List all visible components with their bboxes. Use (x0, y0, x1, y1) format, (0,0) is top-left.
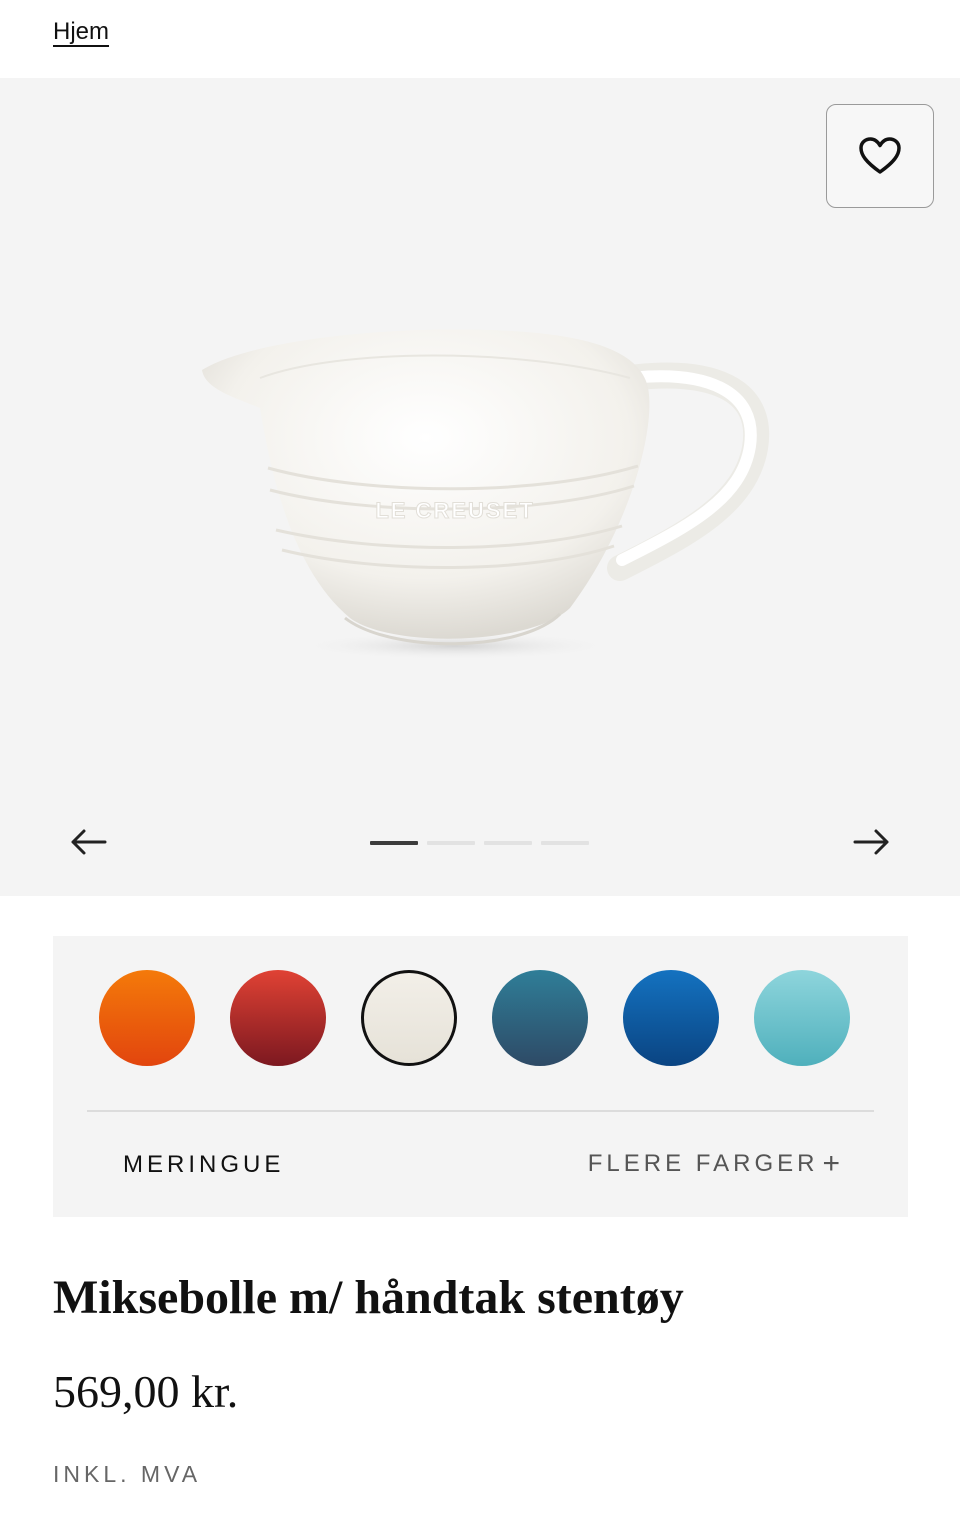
color-swatch[interactable] (230, 970, 326, 1066)
divider (87, 1110, 874, 1112)
plus-icon: + (822, 1147, 840, 1180)
color-selector: MERINGUE FLERE FARGER + (53, 936, 908, 1217)
color-swatch[interactable] (492, 970, 588, 1066)
color-swatch[interactable] (623, 970, 719, 1066)
selected-color-name: MERINGUE (123, 1151, 285, 1178)
next-image-button[interactable] (848, 818, 896, 866)
color-swatch[interactable] (361, 970, 457, 1066)
favorite-button[interactable] (826, 104, 934, 208)
product-image: LE CREUSET (202, 329, 770, 658)
product-gallery: LE CREUSET (0, 78, 960, 896)
color-swatch[interactable] (754, 970, 850, 1066)
pagination-dot[interactable] (484, 841, 532, 845)
more-colors-button[interactable]: FLERE FARGER + (588, 1149, 840, 1179)
arrow-left-icon (71, 829, 107, 855)
previous-image-button[interactable] (64, 818, 112, 866)
arrow-right-icon (853, 829, 889, 855)
product-price: 569,00 kr. (53, 1366, 239, 1417)
pagination-dot[interactable] (427, 841, 475, 845)
vat-note: INKL. MVA (53, 1461, 202, 1487)
color-swatch[interactable] (99, 970, 195, 1066)
swatch-row (99, 970, 850, 1066)
pagination-dot[interactable] (370, 841, 418, 845)
more-colors-label: FLERE FARGER (587, 1150, 819, 1177)
brand-logo-text: LE CREUSET (375, 498, 534, 523)
heart-icon (859, 137, 901, 174)
pagination-dot[interactable] (541, 841, 589, 845)
breadcrumb-home-link[interactable]: Hjem (53, 18, 109, 46)
gallery-pagination (370, 841, 589, 845)
product-title: Miksebolle m/ håndtak stentøy (53, 1271, 684, 1324)
